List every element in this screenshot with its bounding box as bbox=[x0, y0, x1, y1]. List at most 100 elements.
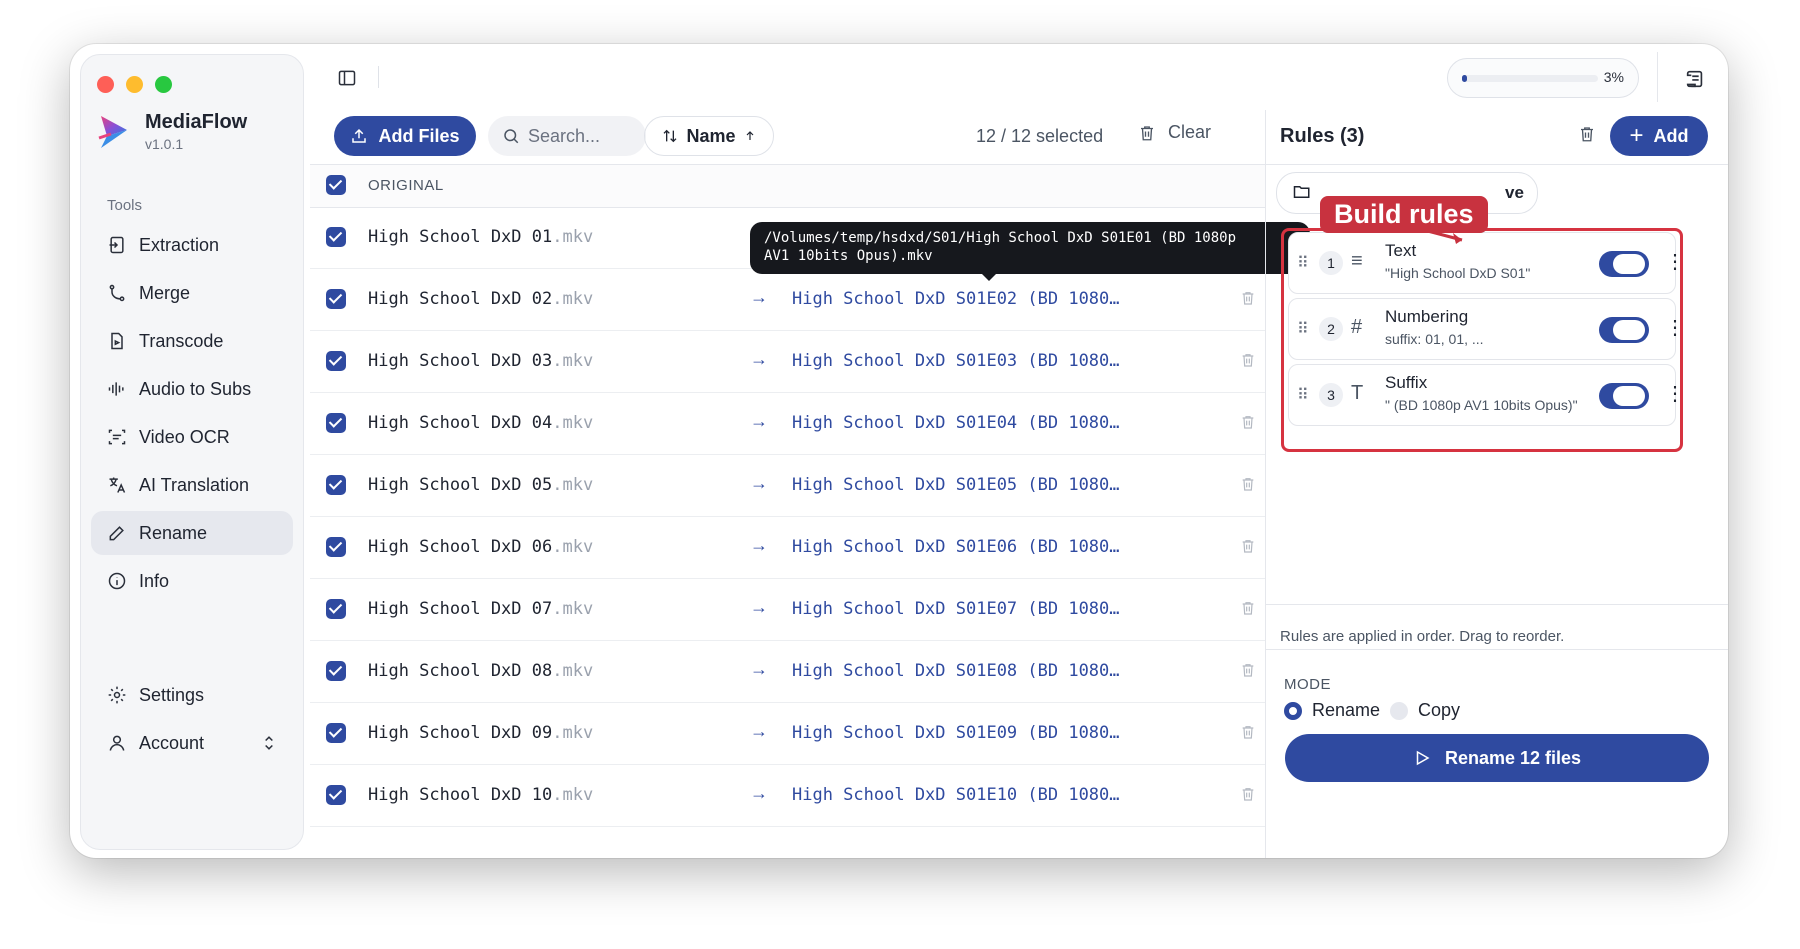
file-row[interactable]: High School DxD 10.mkv → High School DxD S… bbox=[310, 765, 1265, 827]
radio-selected-icon bbox=[1284, 701, 1302, 720]
original-filename: High School DxD 05.mkv bbox=[368, 475, 593, 495]
file-row[interactable]: High School DxD 08.mkv → High School DxD S… bbox=[310, 641, 1265, 703]
rule-card[interactable]: ⠿ 3 T Suffix " (BD 1080p AV1 10bits Opus)" ⋮ bbox=[1288, 364, 1685, 426]
mode-copy-radio[interactable]: Copy bbox=[1390, 700, 1460, 721]
sidebar-item-label: Transcode bbox=[139, 330, 224, 351]
row-checkbox[interactable] bbox=[326, 351, 346, 371]
clear-rules-trash-icon[interactable] bbox=[1578, 124, 1596, 144]
sidebar-toggle-icon[interactable] bbox=[337, 68, 357, 88]
sidebar-item-ai-translation[interactable]: AI Translation bbox=[91, 463, 293, 507]
folder-open-icon[interactable] bbox=[1293, 184, 1311, 200]
original-basename: High School DxD 02 bbox=[368, 289, 553, 309]
sidebar-item-rename[interactable]: Rename bbox=[91, 511, 293, 555]
drag-handle-icon[interactable]: ⠿ bbox=[1297, 385, 1309, 405]
arrow-up-icon bbox=[746, 131, 753, 140]
sidebar-item-merge[interactable]: Merge bbox=[91, 271, 293, 315]
file-row[interactable]: High School DxD 06.mkv → High School DxD S… bbox=[310, 517, 1265, 579]
sidebar-item-label: Audio to Subs bbox=[139, 378, 252, 399]
remove-file-trash-icon[interactable] bbox=[1240, 599, 1256, 617]
save-preset-tab-label[interactable]: ve bbox=[1505, 183, 1524, 203]
window-controls bbox=[97, 76, 172, 93]
original-extension: .mkv bbox=[552, 537, 594, 557]
file-row[interactable]: High School DxD 05.mkv → High School DxD S… bbox=[310, 455, 1265, 517]
rule-type-icon: T bbox=[1351, 382, 1364, 404]
row-checkbox[interactable] bbox=[326, 413, 346, 433]
rename-files-button[interactable]: Rename 12 files bbox=[1285, 734, 1709, 782]
account-label: Account bbox=[139, 732, 205, 753]
remove-file-trash-icon[interactable] bbox=[1240, 289, 1256, 307]
selection-count: 12 / 12 selected bbox=[976, 126, 1104, 146]
remove-file-trash-icon[interactable] bbox=[1240, 785, 1256, 803]
rule-description: "High School DxD S01" bbox=[1385, 265, 1531, 281]
search-input[interactable]: Search... bbox=[488, 116, 646, 156]
sidebar-item-settings[interactable]: Settings bbox=[91, 673, 293, 717]
mode-rename-radio[interactable]: Rename bbox=[1284, 700, 1380, 721]
more-vertical-icon[interactable]: ⋮ bbox=[1665, 381, 1685, 406]
more-vertical-icon[interactable]: ⋮ bbox=[1665, 315, 1685, 340]
row-checkbox[interactable] bbox=[326, 289, 346, 309]
original-basename: High School DxD 09 bbox=[368, 723, 553, 743]
trash-icon bbox=[1141, 125, 1153, 140]
sidebar-item-info[interactable]: Info bbox=[91, 559, 293, 603]
app-version: v1.0.1 bbox=[145, 136, 184, 152]
row-checkbox[interactable] bbox=[326, 475, 346, 495]
close-window-button[interactable] bbox=[97, 76, 114, 93]
rule-enabled-toggle[interactable] bbox=[1599, 317, 1649, 343]
row-checkbox[interactable] bbox=[326, 537, 346, 557]
log-scroll-icon[interactable] bbox=[1684, 68, 1706, 90]
rule-name: Text bbox=[1385, 241, 1417, 260]
account-menu[interactable]: Account bbox=[91, 721, 293, 765]
more-vertical-icon[interactable]: ⋮ bbox=[1665, 249, 1685, 274]
rule-enabled-toggle[interactable] bbox=[1599, 251, 1649, 277]
rule-enabled-toggle[interactable] bbox=[1599, 383, 1649, 409]
row-checkbox[interactable] bbox=[326, 723, 346, 743]
sidebar-item-transcode[interactable]: Transcode bbox=[91, 319, 293, 363]
progress-indicator: 3% bbox=[1447, 58, 1639, 98]
remove-file-trash-icon[interactable] bbox=[1240, 351, 1256, 369]
rule-name: Numbering bbox=[1385, 307, 1469, 326]
remove-file-trash-icon[interactable] bbox=[1240, 475, 1256, 493]
file-row[interactable]: High School DxD 03.mkv → High School DxD S… bbox=[310, 331, 1265, 393]
mode-label: MODE bbox=[1284, 676, 1331, 693]
brand: MediaFlow v1.0.1 bbox=[97, 111, 247, 152]
select-all-checkbox[interactable] bbox=[326, 175, 346, 195]
zoom-window-button[interactable] bbox=[155, 76, 172, 93]
remove-file-trash-icon[interactable] bbox=[1240, 537, 1256, 555]
original-basename: High School DxD 06 bbox=[368, 537, 553, 557]
original-extension: .mkv bbox=[552, 661, 594, 681]
row-checkbox[interactable] bbox=[326, 785, 346, 805]
sidebar-item-audio-to-subs[interactable]: Audio to Subs bbox=[91, 367, 293, 411]
new-filename: High School DxD S01E03 (BD 1080… bbox=[792, 351, 1120, 371]
rule-card[interactable]: ⠿ 1 ≡ Text "High School DxD S01" ⋮ bbox=[1288, 232, 1685, 294]
sidebar-item-extraction[interactable]: Extraction bbox=[91, 223, 293, 267]
remove-file-trash-icon[interactable] bbox=[1240, 661, 1256, 679]
rule-type-icon: ≡ bbox=[1351, 250, 1363, 272]
remove-file-trash-icon[interactable] bbox=[1240, 723, 1256, 741]
arrow-right-icon: → bbox=[750, 597, 768, 617]
arrow-right-icon: → bbox=[750, 349, 768, 369]
file-row[interactable]: High School DxD 04.mkv → High School DxD S… bbox=[310, 393, 1265, 455]
add-files-button[interactable]: Add Files bbox=[334, 116, 476, 156]
file-row[interactable]: High School DxD 07.mkv → High School DxD S… bbox=[310, 579, 1265, 641]
app-name: MediaFlow bbox=[145, 111, 248, 133]
sidebar-item-video-ocr[interactable]: Video OCR bbox=[91, 415, 293, 459]
sort-button[interactable]: Name bbox=[644, 116, 774, 156]
original-extension: .mkv bbox=[552, 413, 594, 433]
file-row[interactable]: High School DxD 09.mkv → High School DxD S… bbox=[310, 703, 1265, 765]
drag-handle-icon[interactable]: ⠿ bbox=[1297, 253, 1309, 273]
file-row[interactable]: High School DxD 02.mkv → High School DxD S… bbox=[310, 269, 1265, 331]
add-rule-button[interactable]: + Add bbox=[1610, 116, 1708, 156]
rule-card[interactable]: ⠿ 2 # Numbering suffix: 01, 01, ... ⋮ bbox=[1288, 298, 1685, 360]
row-checkbox[interactable] bbox=[326, 599, 346, 619]
original-filename: High School DxD 04.mkv bbox=[368, 413, 593, 433]
remove-file-trash-icon[interactable] bbox=[1240, 413, 1256, 431]
tooltip-line: AV1 10bits Opus).mkv bbox=[764, 248, 933, 264]
minimize-window-button[interactable] bbox=[126, 76, 143, 93]
clear-button[interactable]: Clear bbox=[1138, 122, 1211, 143]
row-checkbox[interactable] bbox=[326, 661, 346, 681]
new-filename: High School DxD S01E10 (BD 1080… bbox=[792, 785, 1120, 805]
mediaflow-logo-icon bbox=[98, 115, 127, 148]
row-checkbox[interactable] bbox=[326, 227, 346, 247]
drag-handle-icon[interactable]: ⠿ bbox=[1297, 319, 1309, 339]
path-tooltip: /Volumes/temp/hsdxd/S01/High School DxD … bbox=[750, 222, 1310, 281]
